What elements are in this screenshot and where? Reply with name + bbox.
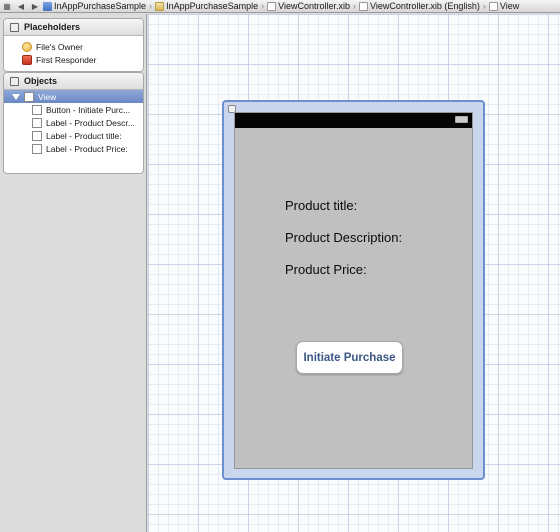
files-owner-icon xyxy=(22,41,32,52)
placeholder-first-responder[interactable]: First Responder xyxy=(4,53,143,66)
placeholder-files-owner[interactable]: File's Owner xyxy=(4,40,143,53)
placeholder-label: File's Owner xyxy=(36,41,83,52)
placeholder-label: First Responder xyxy=(36,54,97,65)
xib-file-icon xyxy=(267,1,277,11)
object-label: View xyxy=(38,91,57,102)
jump-bar-view-label: View xyxy=(499,1,520,11)
jump-bar-xib[interactable]: ViewController.xib xyxy=(266,1,351,11)
disclosure-triangle-icon[interactable] xyxy=(12,93,20,100)
first-responder-icon xyxy=(22,54,32,65)
forward-arrow-icon[interactable]: ▶ xyxy=(28,0,42,12)
jump-bar-xib-label: ViewController.xib xyxy=(278,1,350,11)
cube-icon xyxy=(10,76,19,86)
status-bar xyxy=(235,113,472,128)
grid-icon[interactable]: ▦ xyxy=(0,0,14,12)
battery-icon xyxy=(455,116,468,123)
jump-bar-folder-label: InAppPurchaseSample xyxy=(166,1,259,11)
separator-icon: › xyxy=(149,1,153,11)
placeholders-title: Placeholders xyxy=(24,22,81,32)
object-label-title-row[interactable]: Label - Product title: xyxy=(4,129,143,142)
label-object-icon xyxy=(32,130,42,141)
object-label: Label - Product title: xyxy=(46,130,122,141)
initiate-purchase-button[interactable]: Initiate Purchase xyxy=(296,341,403,374)
object-label-description-row[interactable]: Label - Product Descr... xyxy=(4,116,143,129)
objects-title: Objects xyxy=(24,76,58,86)
objects-header[interactable]: Objects xyxy=(4,73,143,90)
label-object-icon xyxy=(32,117,42,128)
back-arrow-icon[interactable]: ◀ xyxy=(14,0,28,12)
object-label: Label - Product Price: xyxy=(46,143,128,154)
object-label: Label - Product Descr... xyxy=(46,117,135,128)
jump-bar-project-label: InAppPurchaseSample xyxy=(54,1,147,11)
xib-file-icon xyxy=(359,1,368,11)
separator-icon: › xyxy=(353,1,356,11)
project-icon xyxy=(43,1,52,11)
product-price-label[interactable]: Product Price: xyxy=(285,262,367,277)
view-icon xyxy=(488,1,498,11)
cube-icon xyxy=(10,22,19,32)
device-view[interactable] xyxy=(234,112,473,469)
folder-icon xyxy=(155,1,165,11)
jump-bar: ▦ ◀ ▶ InAppPurchaseSample › InAppPurchas… xyxy=(0,0,560,13)
document-outline: Placeholders File's Owner First Responde… xyxy=(0,14,147,532)
jump-bar-project[interactable]: InAppPurchaseSample xyxy=(42,1,147,11)
separator-icon: › xyxy=(482,1,486,11)
object-label: Button - Initiate Purc... xyxy=(46,104,131,115)
object-button-row[interactable]: Button - Initiate Purc... xyxy=(4,103,143,116)
objects-group: Objects View Button - Initiate Purc... L… xyxy=(3,72,144,174)
placeholders-group: Placeholders File's Owner First Responde… xyxy=(3,18,144,72)
placeholders-header[interactable]: Placeholders xyxy=(4,19,143,36)
view-icon xyxy=(24,91,34,102)
object-label-price-row[interactable]: Label - Product Price: xyxy=(4,142,143,155)
object-view-row[interactable]: View xyxy=(4,90,143,103)
jump-bar-localization[interactable]: ViewController.xib (English) xyxy=(358,1,481,11)
product-description-label[interactable]: Product Description: xyxy=(285,230,402,245)
jump-bar-view[interactable]: View xyxy=(488,1,520,11)
label-object-icon xyxy=(32,143,42,154)
jump-bar-folder[interactable]: InAppPurchaseSample xyxy=(154,1,259,11)
separator-icon: › xyxy=(261,1,265,11)
product-title-label[interactable]: Product title: xyxy=(285,198,357,213)
button-object-icon xyxy=(32,104,42,115)
jump-bar-localization-label: ViewController.xib (English) xyxy=(370,1,480,11)
